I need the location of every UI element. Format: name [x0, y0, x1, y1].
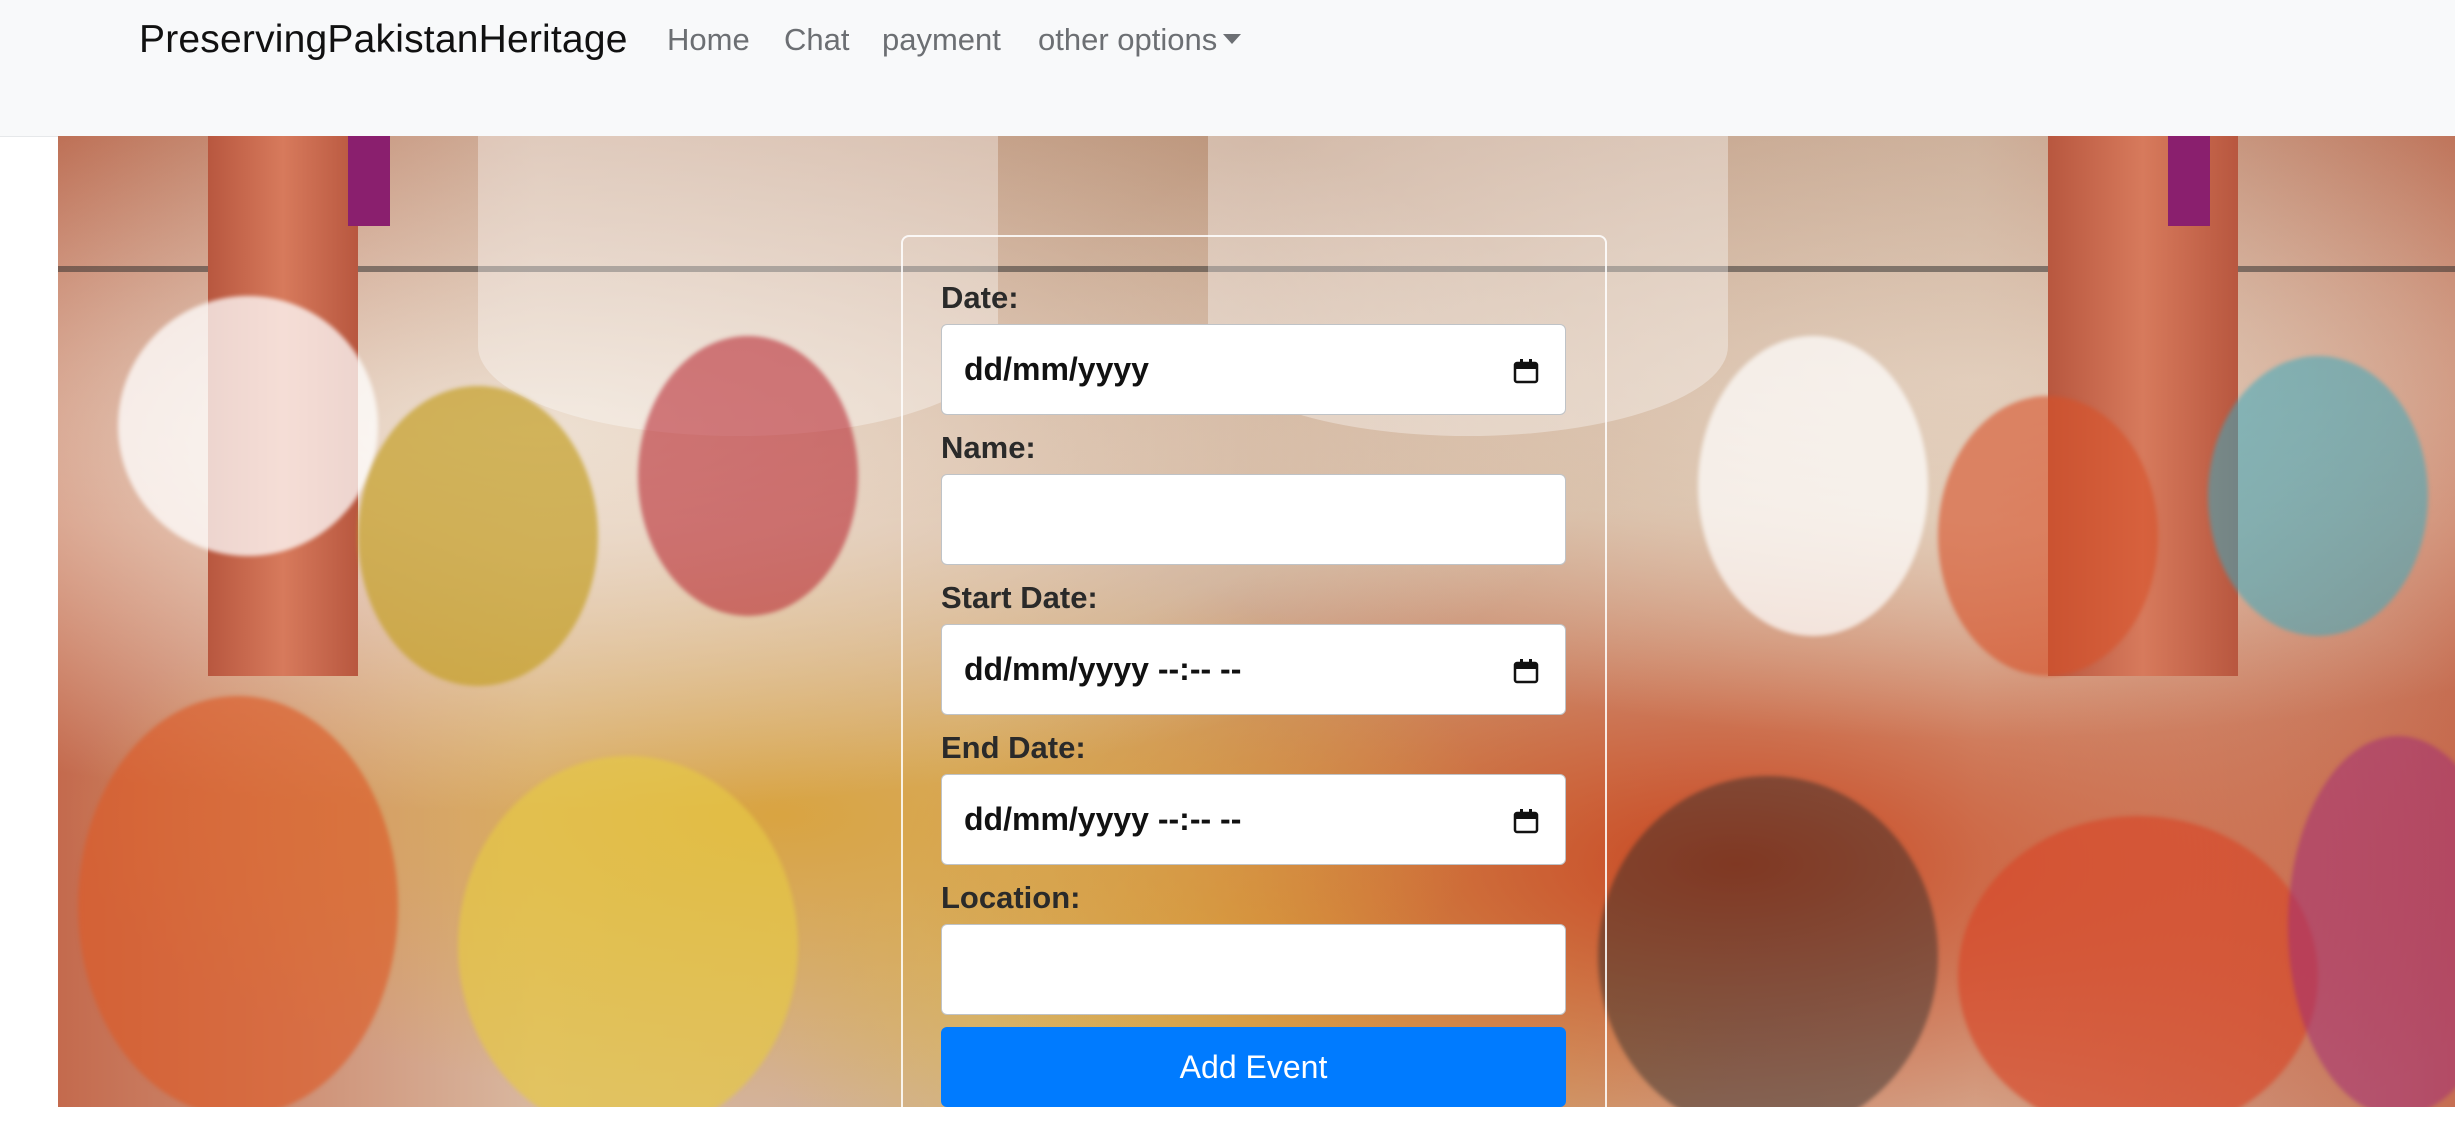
photo-figure [1958, 816, 2318, 1107]
photo-banner [2168, 136, 2210, 226]
nav-payment[interactable]: payment [882, 22, 1001, 58]
end-date-input[interactable]: dd/mm/yyyy --:-- -- [941, 774, 1566, 865]
name-input[interactable] [941, 474, 1566, 565]
photo-figure [78, 696, 398, 1107]
add-event-button[interactable]: Add Event [941, 1027, 1566, 1107]
date-label: Date: [941, 280, 1019, 315]
photo-figure [1598, 776, 1938, 1107]
photo-figure [1938, 396, 2158, 676]
top-navbar: PreservingPakistanHeritage Home Chat pay… [0, 0, 2455, 137]
photo-figure [1698, 336, 1928, 636]
brand-logo[interactable]: PreservingPakistanHeritage [139, 18, 628, 62]
calendar-icon[interactable] [1513, 658, 1539, 684]
location-label: Location: [941, 880, 1081, 915]
caret-down-icon [1223, 33, 1242, 44]
photo-figure [458, 756, 798, 1107]
start-date-input[interactable]: dd/mm/yyyy --:-- -- [941, 624, 1566, 715]
calendar-icon[interactable] [1513, 358, 1539, 384]
date-input[interactable]: dd/mm/yyyy [941, 324, 1566, 415]
photo-figure [118, 296, 378, 556]
photo-figure [638, 336, 858, 616]
photo-figure [358, 386, 598, 686]
date-input-value: dd/mm/yyyy [964, 351, 1149, 387]
end-date-input-value: dd/mm/yyyy --:-- -- [964, 801, 1242, 837]
nav-other-options-dropdown[interactable]: other options [1038, 22, 1242, 58]
end-date-label: End Date: [941, 730, 1086, 765]
start-date-input-value: dd/mm/yyyy --:-- -- [964, 651, 1242, 687]
nav-home[interactable]: Home [667, 22, 750, 58]
name-label: Name: [941, 430, 1036, 465]
location-input[interactable] [941, 924, 1566, 1015]
photo-figure [2288, 736, 2455, 1107]
photo-figure [2208, 356, 2428, 636]
start-date-label: Start Date: [941, 580, 1098, 615]
calendar-icon[interactable] [1513, 808, 1539, 834]
nav-other-options-label: other options [1038, 22, 1218, 57]
photo-banner [348, 136, 390, 226]
nav-chat[interactable]: Chat [784, 22, 849, 58]
